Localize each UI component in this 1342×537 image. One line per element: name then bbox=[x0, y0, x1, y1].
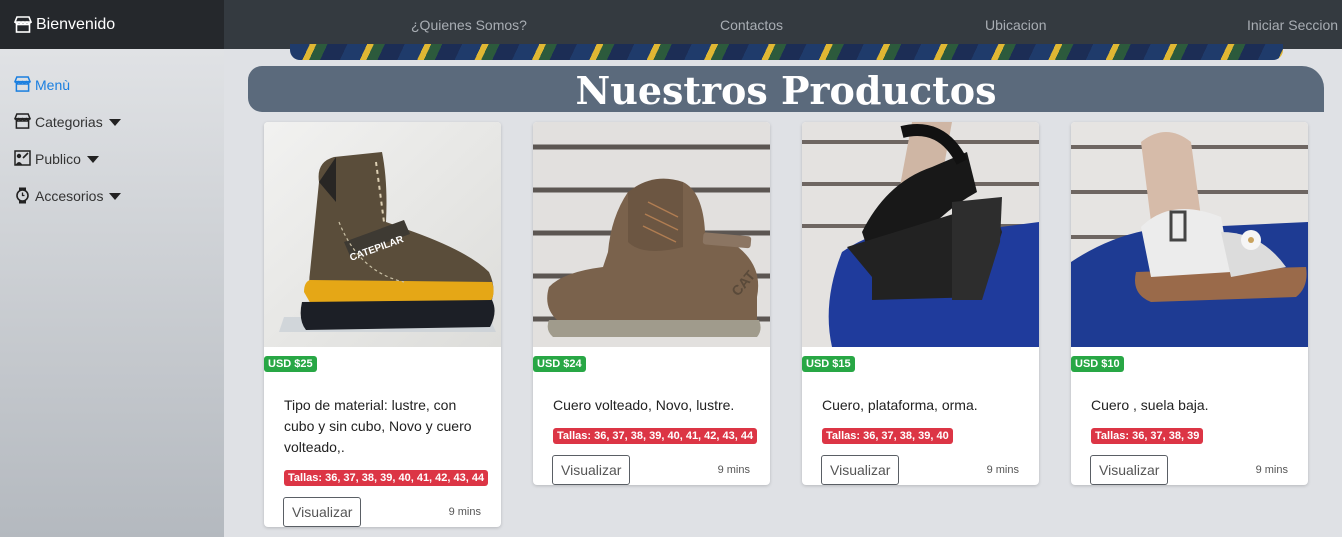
nav-link-ubicacion[interactable]: Ubicacion bbox=[985, 17, 1046, 33]
time-ago: 9 mins bbox=[1255, 463, 1288, 476]
sizes-badge: Tallas: 36, 37, 38, 39 bbox=[1091, 428, 1204, 444]
brand-title: Bienvenido bbox=[36, 15, 116, 33]
nav-link-contactos[interactable]: Contactos bbox=[720, 17, 783, 33]
price-badge: USD $15 bbox=[802, 356, 855, 372]
product-image-sandal[interactable] bbox=[802, 122, 1039, 347]
watch-icon bbox=[14, 187, 31, 204]
card-footer: Visualizar 9 mins bbox=[552, 454, 750, 485]
page-title: Nuestros Productos bbox=[575, 68, 997, 113]
product-image-sandal[interactable] bbox=[1071, 122, 1308, 347]
top-navbar: Bienvenido ¿Quienes Somos? Contactos Ubi… bbox=[0, 0, 1342, 49]
sidebar: Menù Categorias Publico Accesorios bbox=[0, 49, 224, 537]
sizes-badge: Tallas: 36, 37, 38, 39, 40, 41, 42, 43, … bbox=[553, 428, 758, 444]
sidebar-item-label: Categorias bbox=[35, 113, 103, 130]
sizes-badge: Tallas: 36, 37, 38, 39, 40, 41, 42, 43, … bbox=[284, 470, 489, 486]
product-description: Tipo de material: lustre, con cubo y sin… bbox=[284, 397, 472, 455]
product-card: USD $15 Cuero, plataforma, orma. Tallas:… bbox=[802, 122, 1039, 485]
time-ago: 9 mins bbox=[986, 463, 1019, 476]
time-ago: 9 mins bbox=[448, 505, 481, 518]
sidebar-item-label: Publico bbox=[35, 150, 81, 167]
visualizar-button[interactable]: Visualizar bbox=[283, 496, 362, 527]
caret-down-icon bbox=[108, 119, 121, 126]
product-image-boot[interactable]: CATEPILAR bbox=[264, 122, 501, 347]
sidebar-item-accesorios[interactable]: Accesorios bbox=[14, 187, 122, 204]
card-footer: Visualizar 9 mins bbox=[283, 496, 481, 527]
product-description: Cuero volteado, Novo, lustre. bbox=[553, 397, 735, 413]
product-description: Cuero , suela baja. bbox=[1091, 397, 1209, 413]
store-icon bbox=[14, 76, 31, 93]
visualizar-button[interactable]: Visualizar bbox=[821, 454, 900, 485]
sidebar-item-publico[interactable]: Publico bbox=[14, 150, 99, 167]
brand-link[interactable]: Bienvenido bbox=[0, 0, 224, 49]
sidebar-item-categorias[interactable]: Categorias bbox=[14, 113, 121, 130]
card-footer: Visualizar 9 mins bbox=[1090, 454, 1288, 485]
time-ago: 9 mins bbox=[717, 463, 750, 476]
sizes-badge: Tallas: 36, 37, 38, 39, 40 bbox=[822, 428, 953, 444]
product-card: USD $10 Cuero , suela baja. Tallas: 36, … bbox=[1071, 122, 1308, 485]
visualizar-button[interactable]: Visualizar bbox=[552, 454, 631, 485]
sidebar-item-label: Menù bbox=[35, 76, 71, 93]
nav-link-iniciar-seccion[interactable]: Iniciar Seccion bbox=[1247, 17, 1338, 33]
product-card: CATEPILAR USD $25 Tipo de material: lust… bbox=[264, 122, 501, 527]
banner-image bbox=[290, 44, 1283, 60]
store-icon bbox=[14, 16, 32, 33]
visualizar-button[interactable]: Visualizar bbox=[1090, 454, 1169, 485]
price-badge: USD $10 bbox=[1071, 356, 1124, 372]
person-board-icon bbox=[14, 150, 31, 167]
product-card: CAT USD $24 Cuero volteado, Novo, lustre… bbox=[533, 122, 770, 485]
caret-down-icon bbox=[86, 156, 99, 163]
caret-down-icon bbox=[109, 193, 122, 200]
product-image-boot[interactable]: CAT bbox=[533, 122, 770, 347]
nav-link-quienes-somos[interactable]: ¿Quienes Somos? bbox=[411, 17, 527, 33]
store-icon bbox=[14, 113, 31, 130]
price-badge: USD $25 bbox=[264, 356, 317, 372]
card-footer: Visualizar 9 mins bbox=[821, 454, 1019, 485]
price-badge: USD $24 bbox=[533, 356, 586, 372]
nav-links: ¿Quienes Somos? Contactos Ubicacion Inic… bbox=[224, 0, 1342, 49]
product-description: Cuero, plataforma, orma. bbox=[822, 397, 978, 413]
sidebar-item-label: Accesorios bbox=[35, 187, 104, 204]
sidebar-item-menu[interactable]: Menù bbox=[14, 76, 70, 93]
